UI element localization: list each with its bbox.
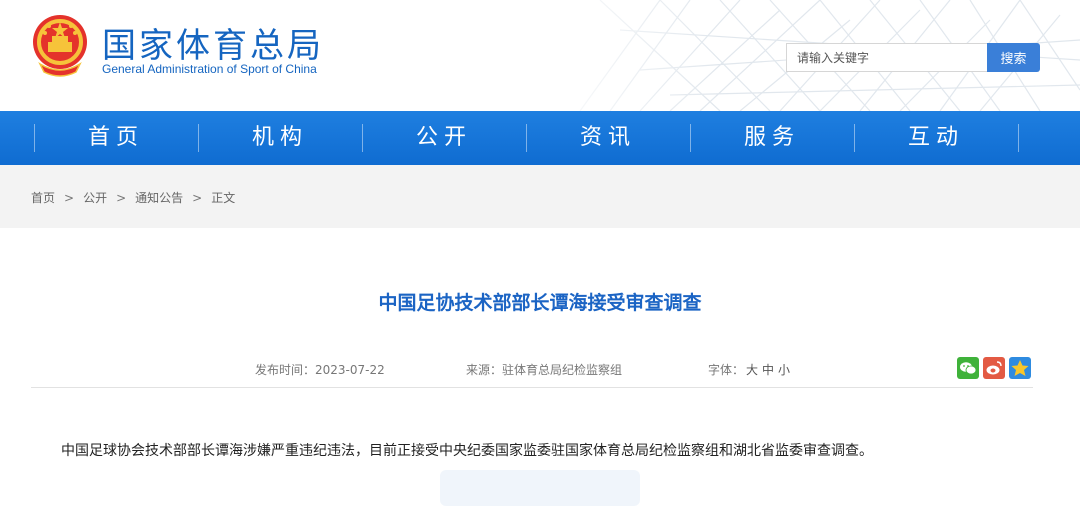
nav-item-organization[interactable]: 机构 xyxy=(198,111,362,165)
nav-item-public[interactable]: 公开 xyxy=(362,111,526,165)
national-emblem-logo xyxy=(33,15,87,77)
source-value: 驻体育总局纪检监察组 xyxy=(502,363,623,377)
meta-divider xyxy=(31,387,1033,388)
breadcrumb-home[interactable]: 首页 xyxy=(31,191,55,205)
nav-item-interaction[interactable]: 互动 xyxy=(854,111,1018,165)
breadcrumb-current: 正文 xyxy=(211,191,236,205)
site-subtitle-en[interactable]: General Administration of Sport of China xyxy=(102,62,317,76)
search-button[interactable]: 搜索 xyxy=(987,43,1040,72)
site-title[interactable]: 国家体育总局 xyxy=(102,18,324,67)
nav-item-services[interactable]: 服务 xyxy=(690,111,854,165)
site-header: 国家体育总局 General Administration of Sport o… xyxy=(0,0,1080,111)
breadcrumb-public[interactable]: 公开 xyxy=(83,191,107,205)
source-label: 来源： xyxy=(466,363,503,377)
search-input[interactable] xyxy=(786,43,988,72)
publish-date: 2023-07-22 xyxy=(315,363,385,377)
font-small-button[interactable]: 小 xyxy=(778,363,790,377)
wechat-icon[interactable] xyxy=(957,357,979,379)
qzone-icon[interactable] xyxy=(1009,357,1031,379)
article-body: 中国足球协会技术部部长谭海涉嫌严重违纪违法，目前正接受中央纪委国家监委驻国家体育… xyxy=(61,443,873,459)
source-info: 来源：驻体育总局纪检监察组 xyxy=(466,361,622,378)
weibo-icon[interactable] xyxy=(983,357,1005,379)
watermark-logo xyxy=(440,470,640,506)
nav-divider xyxy=(1018,124,1019,152)
breadcrumb-bar: 首页 > 公开 > 通知公告 > 正文 xyxy=(0,165,1080,228)
breadcrumb: 首页 > 公开 > 通知公告 > 正文 xyxy=(31,189,235,206)
breadcrumb-notices[interactable]: 通知公告 xyxy=(135,191,183,205)
breadcrumb-separator: > xyxy=(192,191,203,205)
main-nav: 首页 机构 公开 资讯 服务 互动 xyxy=(0,111,1080,165)
breadcrumb-separator: > xyxy=(64,191,75,205)
font-medium-button[interactable]: 中 xyxy=(762,363,774,377)
nav-item-home[interactable]: 首页 xyxy=(34,111,198,165)
publish-label: 发布时间： xyxy=(255,363,316,377)
publish-info: 发布时间：2023-07-22 xyxy=(255,361,385,378)
article-title: 中国足协技术部部长谭海接受审查调查 xyxy=(378,292,702,314)
font-large-button[interactable]: 大 xyxy=(746,363,758,377)
font-size-label: 字体： xyxy=(708,363,745,377)
breadcrumb-separator: > xyxy=(116,191,127,205)
font-size-control: 字体：大中小 xyxy=(708,361,792,378)
nav-item-news[interactable]: 资讯 xyxy=(526,111,690,165)
